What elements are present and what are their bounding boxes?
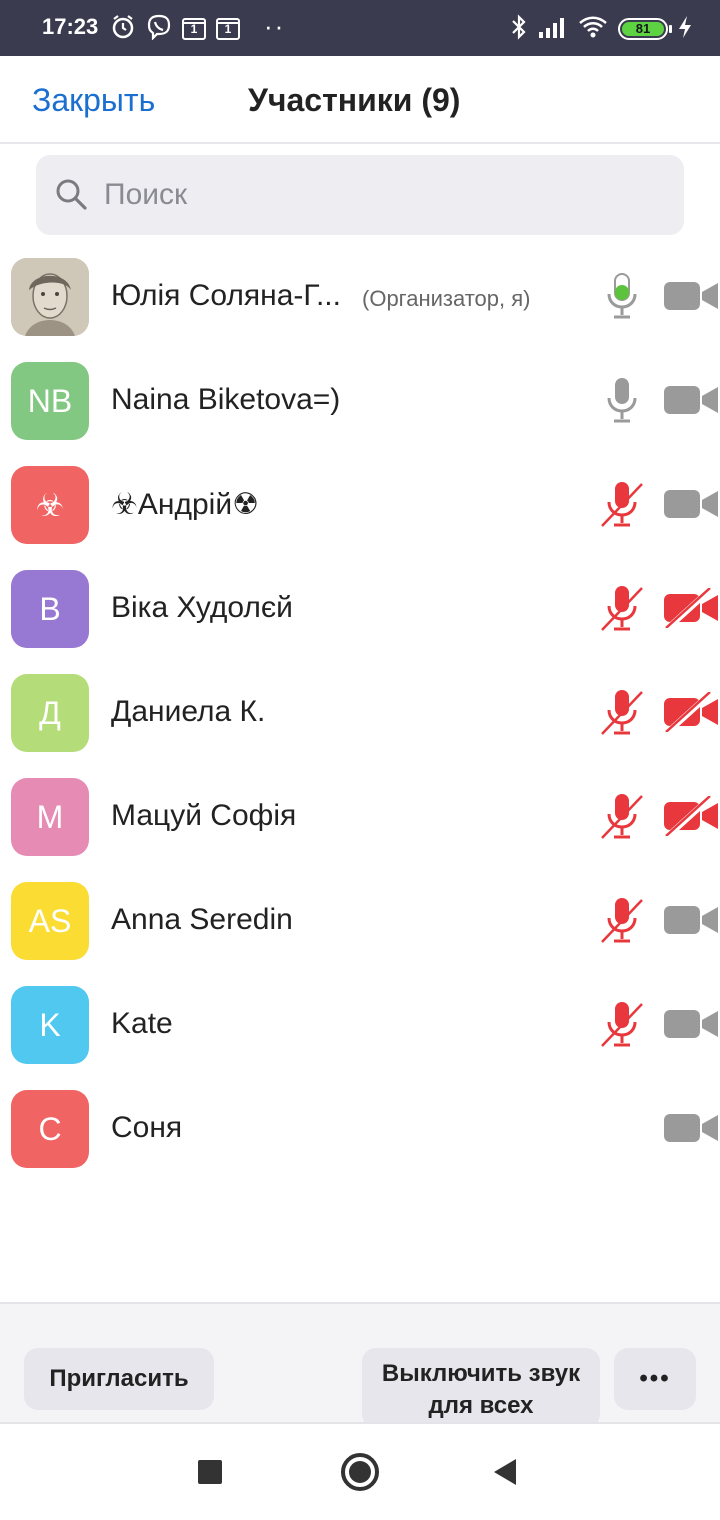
header: Закрыть Участники (9)	[0, 56, 720, 144]
camera-icon[interactable]	[662, 1004, 720, 1044]
camera-off-icon[interactable]	[662, 793, 720, 839]
battery-level: 81	[622, 22, 664, 36]
camera-icon[interactable]	[662, 484, 720, 524]
avatar-initials: В	[39, 590, 61, 627]
participant-row[interactable]: ☣ ☣Андрій☢	[0, 454, 720, 558]
camera-icon[interactable]	[662, 900, 720, 940]
participant-row[interactable]: Д Даниела К.	[0, 662, 720, 766]
status-notification-icons: 1 1 ··	[110, 11, 286, 45]
recent-apps-icon[interactable]	[198, 1460, 222, 1484]
battery-icon: 81	[618, 18, 672, 40]
avatar-initials: ☣	[35, 487, 65, 523]
search-bar[interactable]	[36, 155, 684, 235]
invite-button[interactable]: Пригласить	[24, 1348, 214, 1410]
avatar: С	[11, 1090, 89, 1168]
page-title: Участники (9)	[248, 82, 461, 118]
camera-off-icon[interactable]	[662, 689, 720, 735]
avatar: В	[11, 570, 89, 648]
camera-icon[interactable]	[662, 276, 720, 316]
participant-role: (Организатор, я)	[362, 286, 531, 311]
bottom-toolbar: Пригласить Выключить звук для всех •••	[0, 1302, 720, 1424]
participant-row[interactable]: Юлія Соляна-Г... (Организатор, я)	[0, 246, 720, 350]
search-input[interactable]	[104, 173, 664, 217]
avatar: AS	[11, 882, 89, 960]
avatar-initials: K	[39, 1006, 61, 1043]
participant-row[interactable]: NB Naina Biketova=)	[0, 350, 720, 454]
participant-row[interactable]: AS Anna Seredin	[0, 870, 720, 974]
participant-row[interactable]: М Мацуй Софія	[0, 766, 720, 870]
participant-row[interactable]: В Віка Худолєй	[0, 558, 720, 662]
status-bar: 17:23 1 1 ·· 81	[0, 0, 720, 56]
close-button[interactable]: Закрыть	[32, 82, 155, 119]
home-icon[interactable]	[341, 1453, 379, 1491]
participant-list: Юлія Соляна-Г... (Организатор, я) NB Naina …	[0, 246, 720, 1182]
avatar: ☣	[11, 466, 89, 544]
mute-all-button[interactable]: Выключить звук для всех	[362, 1348, 600, 1422]
participant-name: Мацуй Софія	[111, 799, 297, 832]
status-time: 17:23	[42, 14, 99, 39]
avatar	[11, 258, 89, 336]
bluetooth-icon	[510, 13, 528, 45]
calendar-icon: 1	[216, 18, 240, 40]
status-system-icons: 81	[510, 13, 692, 45]
camera-icon[interactable]	[662, 380, 720, 420]
mic-muted-icon[interactable]	[600, 1000, 644, 1050]
more-options-button[interactable]: •••	[614, 1348, 696, 1410]
avatar-initials: NB	[27, 382, 73, 419]
wifi-icon	[578, 15, 608, 44]
participant-row[interactable]: K Kate	[0, 974, 720, 1078]
participant-name: ☣Андрій☢	[111, 488, 259, 521]
charging-icon	[678, 15, 692, 44]
participant-name: Юлія Соляна-Г...	[111, 279, 341, 312]
participant-name: Naina Biketova=)	[111, 383, 341, 416]
signal-icon	[538, 16, 568, 43]
camera-off-icon[interactable]	[662, 585, 720, 631]
avatar-initials: М	[36, 798, 64, 835]
participant-row[interactable]: С Соня	[0, 1078, 720, 1182]
microphone-icon[interactable]	[600, 272, 644, 322]
avatar: K	[11, 986, 89, 1064]
calendar-icon: 1	[182, 18, 206, 40]
more-notifications-icon: ··	[264, 11, 286, 41]
avatar: Д	[11, 674, 89, 752]
avatar: NB	[11, 362, 89, 440]
participant-name: Соня	[111, 1111, 183, 1144]
search-icon	[54, 177, 88, 216]
participant-name: Віка Худолєй	[111, 591, 293, 624]
avatar: М	[11, 778, 89, 856]
mic-muted-icon[interactable]	[600, 792, 644, 842]
avatar-initials: С	[38, 1110, 62, 1147]
mic-muted-icon[interactable]	[600, 480, 644, 530]
mic-muted-icon[interactable]	[600, 584, 644, 634]
mic-muted-icon[interactable]	[600, 688, 644, 738]
microphone-icon[interactable]	[600, 376, 644, 426]
avatar-initials: Д	[39, 694, 61, 731]
system-navigation-bar	[0, 1424, 720, 1520]
avatar-initials: AS	[28, 902, 72, 939]
back-icon[interactable]	[494, 1459, 516, 1485]
viber-icon	[146, 14, 172, 45]
alarm-icon	[110, 14, 136, 45]
camera-icon[interactable]	[662, 1108, 720, 1148]
profile-photo	[11, 258, 89, 336]
participant-name: Kate	[111, 1007, 173, 1040]
mic-muted-icon[interactable]	[600, 896, 644, 946]
participant-name: Anna Seredin	[111, 903, 293, 936]
participant-name: Даниела К.	[111, 695, 266, 728]
